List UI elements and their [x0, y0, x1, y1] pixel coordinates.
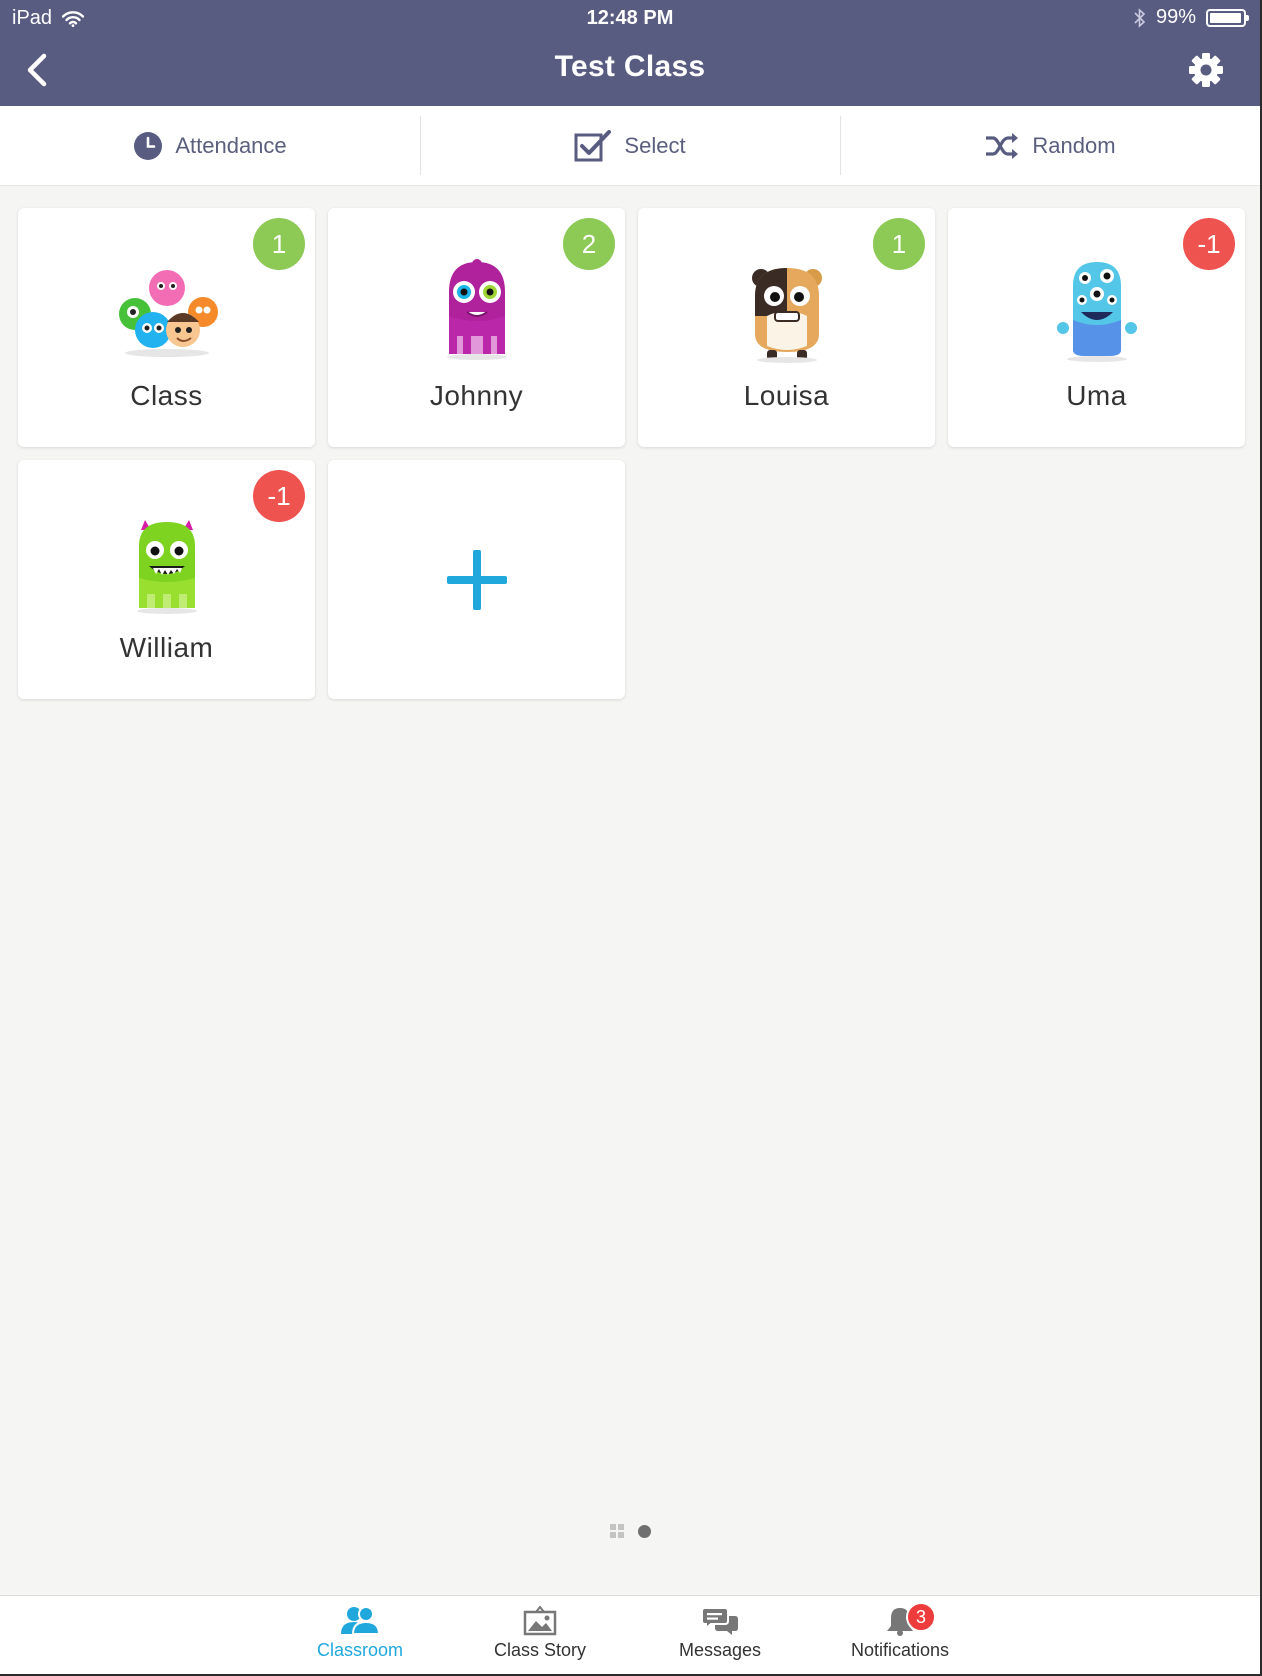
blue-multi-eye-monster-avatar-icon — [1056, 262, 1137, 362]
random-label: Random — [1032, 132, 1116, 158]
page-dot-active — [637, 1524, 651, 1538]
points-badge: 1 — [873, 218, 925, 270]
select-label: Select — [624, 132, 686, 158]
student-name: Class — [130, 380, 203, 411]
settings-button[interactable] — [1186, 50, 1226, 90]
toolbar: Attendance Select Random — [0, 106, 1260, 186]
student-card-uma[interactable]: -1 Uma — [948, 208, 1245, 447]
battery-percent: 99% — [1155, 6, 1196, 28]
tab-classroom[interactable]: Classroom — [280, 1606, 440, 1661]
tab-label: Messages — [678, 1640, 762, 1660]
student-name: Uma — [1066, 380, 1127, 411]
attendance-label: Attendance — [175, 132, 287, 158]
add-student-button[interactable] — [328, 460, 625, 699]
random-button[interactable]: Random — [840, 106, 1260, 185]
green-monster-avatar-icon — [136, 520, 197, 614]
tab-label: Classroom — [316, 1640, 404, 1660]
plus-icon — [446, 549, 507, 610]
hamster-monster-avatar-icon — [751, 268, 822, 363]
student-name: Louisa — [743, 380, 830, 411]
status-time: 12:48 PM — [586, 7, 674, 29]
notifications-count-badge: 3 — [906, 1602, 936, 1632]
battery-icon — [1206, 8, 1249, 27]
gear-icon — [1189, 53, 1223, 87]
student-card-class[interactable]: 1 Class — [18, 208, 315, 447]
class-group-avatar-icon — [118, 270, 218, 357]
tab-label: Class Story — [493, 1640, 587, 1660]
tab-class-story[interactable]: Class Story — [460, 1606, 620, 1661]
student-card-johnny[interactable]: 2 Johnny — [328, 208, 625, 447]
student-card-louisa[interactable]: 1 Louisa — [638, 208, 935, 447]
student-name: William — [119, 632, 214, 663]
tab-label: Notifications — [850, 1640, 950, 1660]
attendance-button[interactable]: Attendance — [0, 106, 420, 185]
tab-notifications[interactable]: 3 Notifications — [820, 1602, 980, 1661]
bluetooth-icon — [1134, 7, 1146, 28]
select-button[interactable]: Select — [420, 106, 840, 185]
picture-icon — [523, 1606, 557, 1636]
points-badge: -1 — [253, 470, 305, 522]
app-frame: iPad 12:48 PM 99% Test Class Attendance … — [0, 0, 1262, 1676]
page-title: Test Class — [554, 50, 706, 83]
student-name: Johnny — [429, 380, 524, 411]
chat-bubbles-icon — [701, 1607, 738, 1635]
tab-messages[interactable]: Messages — [640, 1606, 800, 1661]
purple-monster-avatar-icon — [446, 259, 507, 360]
shuffle-icon — [986, 132, 1019, 159]
page-indicator[interactable] — [0, 1524, 1260, 1538]
points-badge: 2 — [563, 218, 615, 270]
points-badge: -1 — [1183, 218, 1235, 270]
status-bar: iPad 12:48 PM 99% — [0, 0, 1260, 36]
status-right: 99% — [1134, 6, 1249, 29]
clock-icon — [134, 131, 163, 160]
people-icon — [341, 1606, 380, 1635]
checkbox-icon — [574, 129, 612, 161]
grid-icon — [609, 1524, 624, 1538]
student-card-william[interactable]: -1 William — [18, 460, 315, 699]
tab-bar: Classroom Class Story Messages 3 Notific… — [0, 1595, 1260, 1674]
points-badge: 1 — [253, 218, 305, 270]
top-bar: iPad 12:48 PM 99% Test Class — [0, 0, 1260, 106]
